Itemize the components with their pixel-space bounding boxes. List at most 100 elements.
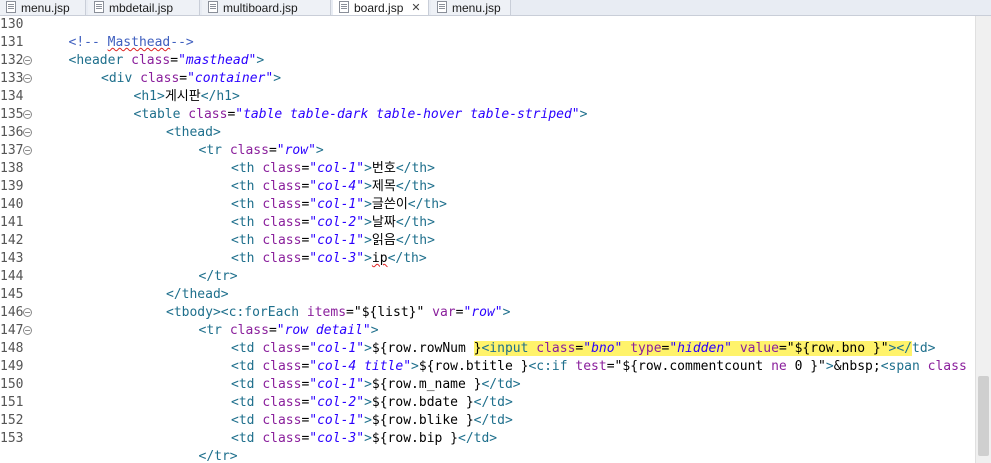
editor-tab[interactable]: mbdetail.jsp xyxy=(88,0,200,15)
line-number: 140 xyxy=(0,197,24,212)
code-token: class xyxy=(927,359,967,374)
code-token: <td xyxy=(231,395,255,410)
code-token: "col-4 title" xyxy=(309,359,412,374)
code-line[interactable]: 138 <th class="col-1">번호</th> xyxy=(0,160,976,178)
code-text: <!-- Masthead--> xyxy=(69,34,194,52)
fold-collapse-icon[interactable]: − xyxy=(23,110,32,119)
line-number: 141 xyxy=(0,215,24,230)
line-number: 152 xyxy=(0,413,24,428)
code-token: "row" xyxy=(276,143,316,158)
code-token: "${row.commentcount xyxy=(614,359,772,374)
code-line[interactable]: 132− <header class="masthead"> xyxy=(0,52,976,70)
editor-tab[interactable]: menu.jsp xyxy=(431,0,511,15)
code-token: "${row.bno }" xyxy=(786,341,889,356)
code-editor[interactable]: 130 131 <!-- Masthead--> 132− <header class=… xyxy=(0,16,991,463)
code-token: <header xyxy=(68,53,124,68)
code-line[interactable]: 136− <thead> xyxy=(0,124,976,142)
line-number: 130 xyxy=(0,17,24,32)
editor-tab[interactable]: menu.jsp xyxy=(0,0,86,15)
code-token: > xyxy=(364,413,372,428)
code-text: <th class="col-4">제목</th> xyxy=(231,178,435,196)
jsp-file-icon xyxy=(6,0,16,13)
code-token: class xyxy=(262,179,302,194)
fold-collapse-icon[interactable]: − xyxy=(23,308,32,317)
code-line[interactable]: 145 </thead> xyxy=(0,286,976,304)
code-token: <th xyxy=(231,251,255,266)
code-line[interactable]: 131 <!-- Masthead--> xyxy=(0,34,976,52)
editor-tab[interactable]: board.jsp ✕ xyxy=(333,0,429,15)
code-token: </th> xyxy=(395,179,435,194)
code-line[interactable]: 147− <tr class="row detail"> xyxy=(0,322,976,340)
line-number: 150 xyxy=(0,377,24,392)
scrollbar-thumb[interactable] xyxy=(978,376,989,456)
close-tab-icon[interactable]: ✕ xyxy=(411,1,420,14)
code-token: "${list}" xyxy=(353,305,425,320)
editor-tab[interactable]: multiboard.jsp xyxy=(202,0,331,15)
code-line[interactable]: 150 <td class="col-1">${row.m_name }</td> xyxy=(0,376,976,394)
line-number: 134 xyxy=(0,89,24,104)
code-line[interactable]: 133− <div class="container"> xyxy=(0,70,976,88)
code-line[interactable]: 142 <th class="col-1">읽음</th> xyxy=(0,232,976,250)
code-token: "container" xyxy=(187,71,274,86)
code-token: </th> xyxy=(395,161,435,176)
code-token: class xyxy=(262,197,302,212)
code-token: <thead> xyxy=(166,125,221,140)
fold-collapse-icon[interactable]: − xyxy=(23,326,32,335)
code-line[interactable]: 139 <th class="col-4">제목</th> xyxy=(0,178,976,196)
code-line[interactable]: 134 <h1>게시판</h1> xyxy=(0,88,976,106)
fold-collapse-icon[interactable]: − xyxy=(23,56,32,65)
code-line[interactable]: 140 <th class="col-1">글쓴이</th> xyxy=(0,196,976,214)
vertical-scrollbar[interactable] xyxy=(975,16,991,463)
code-token: = xyxy=(606,359,615,374)
code-line[interactable]: 144 </tr> xyxy=(0,268,976,286)
code-token: > xyxy=(364,395,372,410)
code-line[interactable]: 151 <td class="col-2">${row.bdate }</td> xyxy=(0,394,976,412)
fold-collapse-icon[interactable]: − xyxy=(23,74,32,83)
code-line[interactable]: 153 <td class="col-3">${row.bip }</td> xyxy=(0,430,976,448)
code-token: ${row.bip } xyxy=(371,431,458,446)
code-line[interactable]: 137− <tr class="row"> xyxy=(0,142,976,160)
code-token: ></ xyxy=(888,341,913,356)
code-token: "col-1" xyxy=(309,161,365,176)
code-token: class xyxy=(188,107,228,122)
code-token: "col-2" xyxy=(309,395,365,410)
code-line[interactable]: 141 <th class="col-2">날짜</th> xyxy=(0,214,976,232)
code-text: </tr> xyxy=(199,268,238,286)
code-text: <td class="col-1">${row.rowNum }<input c… xyxy=(231,340,936,358)
code-token: "row detail" xyxy=(276,323,371,338)
code-token: items xyxy=(306,305,347,320)
line-number: 136 xyxy=(0,125,24,140)
code-token: ${row.blike } xyxy=(371,413,474,428)
code-token: <th xyxy=(231,215,255,230)
fold-collapse-icon[interactable]: − xyxy=(23,146,32,155)
fold-collapse-icon[interactable]: − xyxy=(23,128,32,137)
line-number: 153 xyxy=(0,431,24,446)
code-text: <th class="col-1">글쓴이</th> xyxy=(231,196,447,214)
code-token: = xyxy=(268,323,277,338)
code-lines: 130 131 <!-- Masthead--> 132− <header class=… xyxy=(0,16,976,463)
code-text: <tbody><c:forEach items="${list}" var="r… xyxy=(166,304,510,322)
code-token: <th xyxy=(231,179,255,194)
code-line[interactable]: 146− <tbody><c:forEach items="${list}" va… xyxy=(0,304,976,322)
code-line[interactable]: 149 <td class="col-4 title">${row.btitle … xyxy=(0,358,976,376)
code-line[interactable]: 152 <td class="col-1">${row.blike }</td> xyxy=(0,412,976,430)
code-line[interactable]: 135− <table class="table table-dark table… xyxy=(0,106,976,124)
line-number: 149 xyxy=(0,359,24,374)
code-line[interactable]: 148 <td class="col-1">${row.rowNum }<inpu… xyxy=(0,340,976,358)
code-token: <tr xyxy=(198,323,222,338)
code-text: <td class="col-3">${row.bip }</td> xyxy=(231,430,497,448)
code-token: "col-1" xyxy=(309,197,365,212)
code-line[interactable]: </tr> xyxy=(0,448,976,463)
jsp-file-icon xyxy=(208,0,218,13)
code-line[interactable]: 143 <th class="col-3">ip</th> xyxy=(0,250,976,268)
tab-label: menu.jsp xyxy=(21,0,70,15)
line-number: 145 xyxy=(0,287,24,302)
code-token: "col-1" xyxy=(309,377,365,392)
code-token: > xyxy=(364,215,372,230)
code-token: <tbody> xyxy=(166,305,221,320)
code-token: "col-3" xyxy=(309,251,365,266)
line-number: 135 xyxy=(0,107,24,122)
code-text: <thead> xyxy=(166,124,221,142)
code-line[interactable]: 130 xyxy=(0,16,976,34)
